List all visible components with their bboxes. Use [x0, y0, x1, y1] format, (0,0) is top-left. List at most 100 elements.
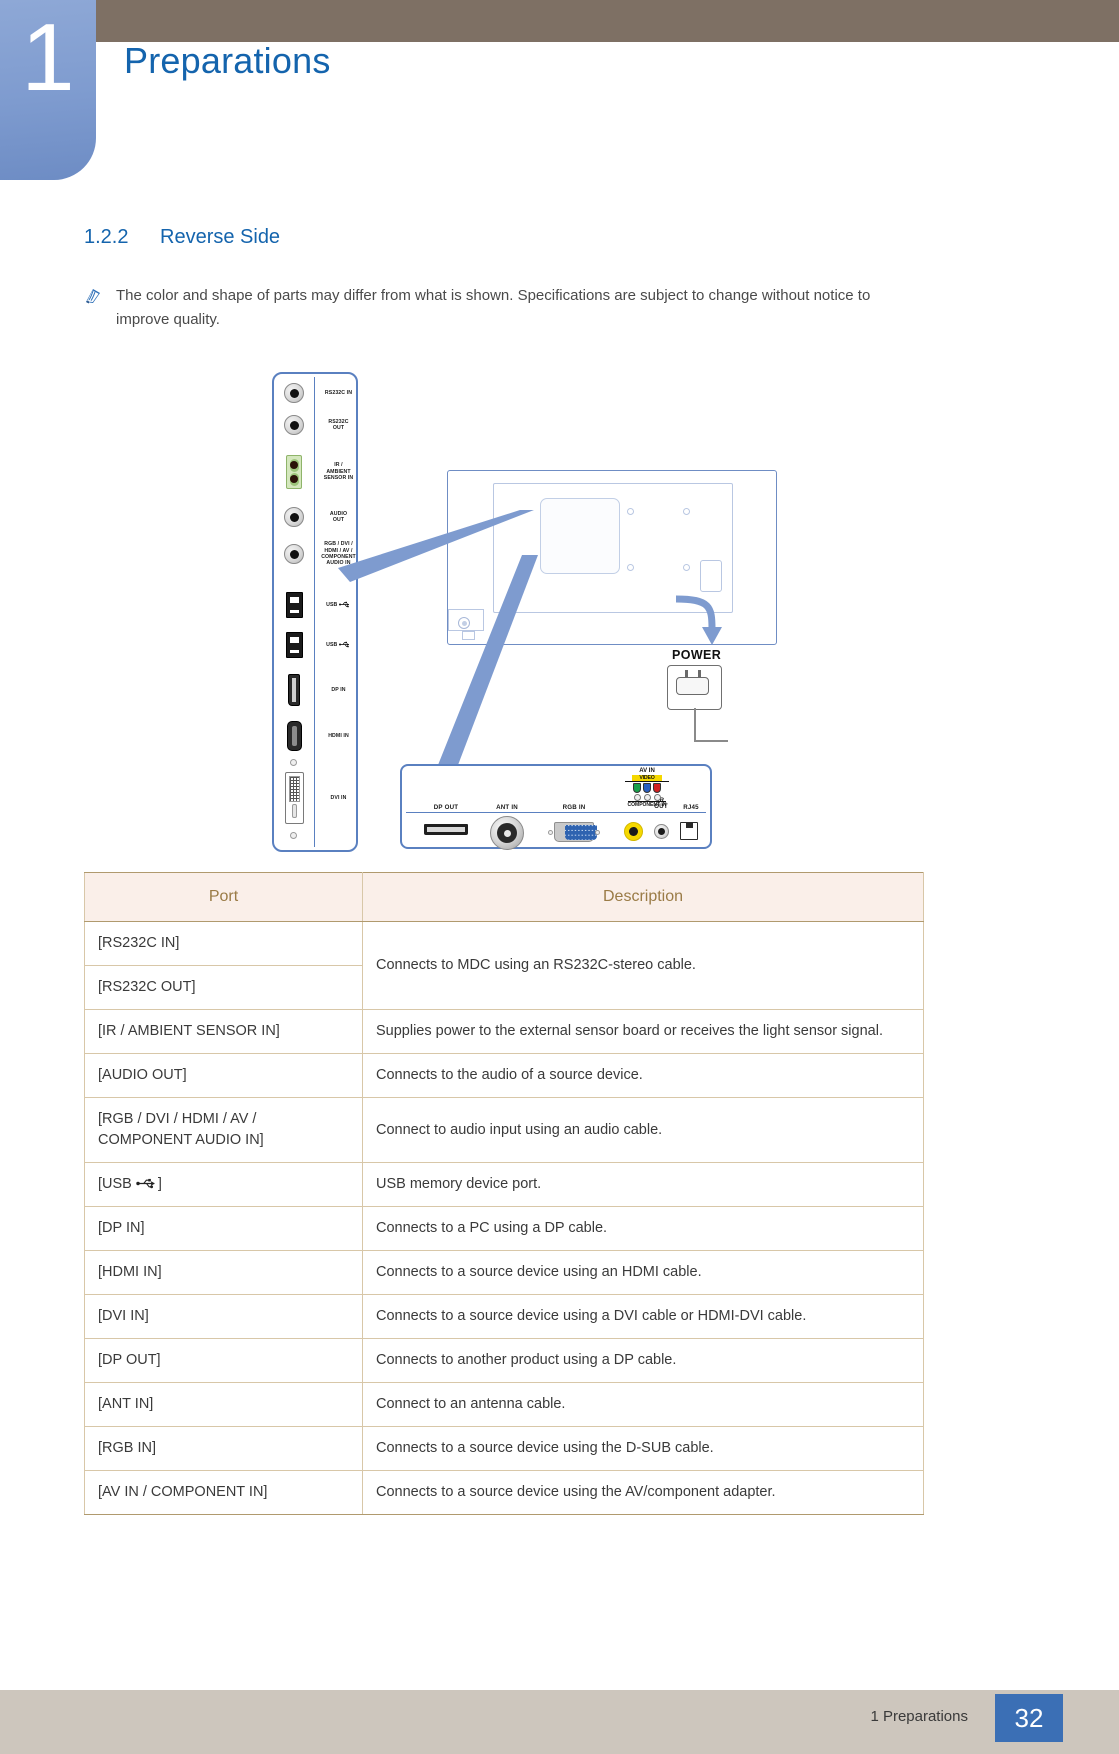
- table-row: [AV IN / COMPONENT IN] Connects to a sou…: [84, 1470, 924, 1515]
- port-row-rs232c-in: RS232C IN: [274, 378, 360, 408]
- cell-port-text: [USB: [98, 1176, 132, 1192]
- screw-icon: [290, 759, 297, 766]
- cell-description: USB memory device port.: [362, 1162, 924, 1207]
- note-block: The color and shape of parts may differ …: [84, 284, 914, 332]
- round-jack-icon: [274, 383, 314, 403]
- cell-port: [DP OUT]: [84, 1338, 363, 1383]
- cell-description: Connect to an antenna cable.: [362, 1382, 924, 1427]
- table-row: [RGB IN] Connects to a source device usi…: [84, 1426, 924, 1471]
- rca-blue-icon: [643, 783, 651, 793]
- section-title: Reverse Side: [160, 226, 281, 248]
- cell-port: [RS232C OUT]: [84, 965, 363, 1010]
- video-rule: [625, 781, 669, 782]
- chapter-tab: 1: [0, 0, 96, 180]
- section-number: 1.2.2: [84, 226, 129, 248]
- round-jack-icon: [274, 507, 314, 527]
- component-dot-icon: [633, 794, 641, 801]
- section-heading: 1.2.2 Reverse Side: [84, 226, 280, 249]
- av-in-title: AV IN: [639, 768, 655, 774]
- rj45-connector-icon: [680, 822, 698, 840]
- power-plug-icon: [667, 665, 722, 710]
- cell-port: [ANT IN]: [84, 1382, 363, 1427]
- usb-symbol-icon: [338, 641, 351, 648]
- port-label: DVI IN: [330, 794, 347, 801]
- table-row: [USB ] USB memory device port.: [84, 1162, 924, 1207]
- callout-arrow-bottom-panel: [438, 555, 538, 765]
- table-row: [DP IN] Connects to a PC using a DP cabl…: [84, 1206, 924, 1251]
- cell-description: Supplies power to the external sensor bo…: [362, 1009, 924, 1054]
- page-number-badge: 32: [995, 1694, 1063, 1742]
- bottom-port-label-ant-in: ANT IN: [496, 804, 518, 811]
- port-label: USB: [314, 601, 360, 608]
- cell-description: Connects to another product using a DP c…: [362, 1338, 924, 1383]
- mount-hole-icon: [627, 508, 634, 515]
- top-header-band: [0, 0, 1119, 42]
- side-port-panel: RS232C IN RS232C OUT IR / AMBIENT SENSOR…: [272, 372, 358, 852]
- port-label-text: USB: [326, 602, 338, 609]
- cell-port: [RGB / DVI / HDMI / AV / COMPONENT AUDIO…: [84, 1097, 363, 1163]
- usb-symbol-icon: [136, 1175, 158, 1189]
- cell-description: Connects to a source device using a DVI …: [362, 1294, 924, 1339]
- port-label: IR / AMBIENT SENSOR IN: [323, 462, 354, 482]
- cell-description: Connects to a source device using the D-…: [362, 1426, 924, 1471]
- column-header-port: Port: [84, 872, 363, 922]
- ant-in-coax-connector-icon: [490, 816, 524, 850]
- green-dual-jack-icon: [274, 455, 314, 489]
- table-row: [AUDIO OUT] Connects to the audio of a s…: [84, 1053, 924, 1098]
- rca-green-icon: [633, 783, 641, 793]
- cell-description: Connects to a PC using a DP cable.: [362, 1206, 924, 1251]
- mount-hole-icon: [627, 564, 634, 571]
- port-row-dp-in: DP IN: [274, 672, 360, 708]
- table-row: [DVI IN] Connects to a source device usi…: [84, 1294, 924, 1339]
- dvi-port-icon: [274, 772, 314, 824]
- cell-port: [IR / AMBIENT SENSOR IN]: [84, 1009, 363, 1054]
- cell-description: Connect to audio input using an audio ca…: [362, 1097, 924, 1163]
- port-row-hdmi-in: HDMI IN: [274, 719, 360, 753]
- table-row: [RGB / DVI / HDMI / AV / COMPONENT AUDIO…: [84, 1097, 924, 1163]
- page-title: Preparations: [124, 40, 331, 81]
- port-row-ir-ambient-sensor-in: IR / AMBIENT SENSOR IN: [274, 452, 360, 492]
- dp-out-connector-icon: [424, 824, 468, 835]
- port-label: HDMI IN: [328, 732, 349, 739]
- component-dot-icon: [653, 794, 661, 801]
- cell-port: [AUDIO OUT]: [84, 1053, 363, 1098]
- port-description-table: Port Description [RS232C IN] Connects to…: [84, 872, 924, 1515]
- vesa-bracket: [700, 560, 722, 592]
- port-label-text: USB: [326, 642, 338, 649]
- table-row: [RS232C IN] Connects to MDC using an RS2…: [84, 921, 924, 1010]
- port-label: RS232C OUT: [328, 418, 349, 431]
- rca-jack-row: [616, 783, 678, 793]
- footer-chapter-label: 1 Preparations: [870, 1708, 968, 1725]
- chapter-number: 1: [21, 4, 75, 111]
- table-row: [HDMI IN] Connects to a source device us…: [84, 1250, 924, 1295]
- cell-port-suffix: ]: [157, 1176, 162, 1192]
- bottom-port-label-rj45: RJ45: [683, 804, 699, 811]
- ir-out-connector-icon: [654, 824, 669, 839]
- product-diagram: RS232C IN RS232C OUT IR / AMBIENT SENSOR…: [0, 360, 1119, 870]
- component-dot-row: [616, 794, 678, 801]
- av-video-rca-connector-icon: [624, 822, 643, 841]
- bottom-port-label-rgb-in: RGB IN: [562, 804, 586, 811]
- cell-port: [RGB IN]: [84, 1426, 363, 1471]
- bottom-connector-panel: DP OUT ANT IN RGB IN IR OUT RJ45 AV IN V…: [400, 764, 712, 850]
- port-row-dvi-in: DVI IN: [274, 770, 360, 826]
- cell-description: Connects to a source device using an HDM…: [362, 1250, 924, 1295]
- table-row: [IR / AMBIENT SENSOR IN] Supplies power …: [84, 1009, 924, 1054]
- table-row: [DP OUT] Connects to another product usi…: [84, 1338, 924, 1383]
- usb-port-icon: [274, 632, 314, 658]
- cell-port: [AV IN / COMPONENT IN]: [84, 1470, 363, 1515]
- component-in-caption: COMPONENT IN: [627, 801, 667, 808]
- cell-description: Connects to MDC using an RS232C-stereo c…: [362, 921, 924, 1010]
- mount-hole-icon: [683, 508, 690, 515]
- cell-port: [DP IN]: [84, 1206, 363, 1251]
- cell-port: [RS232C IN]: [84, 921, 363, 966]
- av-in-cluster: AV IN VIDEO COMPONENT IN: [616, 768, 678, 808]
- cell-port: [USB ]: [84, 1162, 363, 1207]
- note-text: The color and shape of parts may differ …: [116, 287, 871, 328]
- table-header-row: Port Description: [84, 872, 924, 922]
- displayport-icon: [274, 674, 314, 706]
- port-label: DP IN: [331, 686, 346, 693]
- port-label: RS232C IN: [324, 389, 353, 396]
- power-callout-arrow: [675, 595, 722, 645]
- cell-description: Connects to the audio of a source device…: [362, 1053, 924, 1098]
